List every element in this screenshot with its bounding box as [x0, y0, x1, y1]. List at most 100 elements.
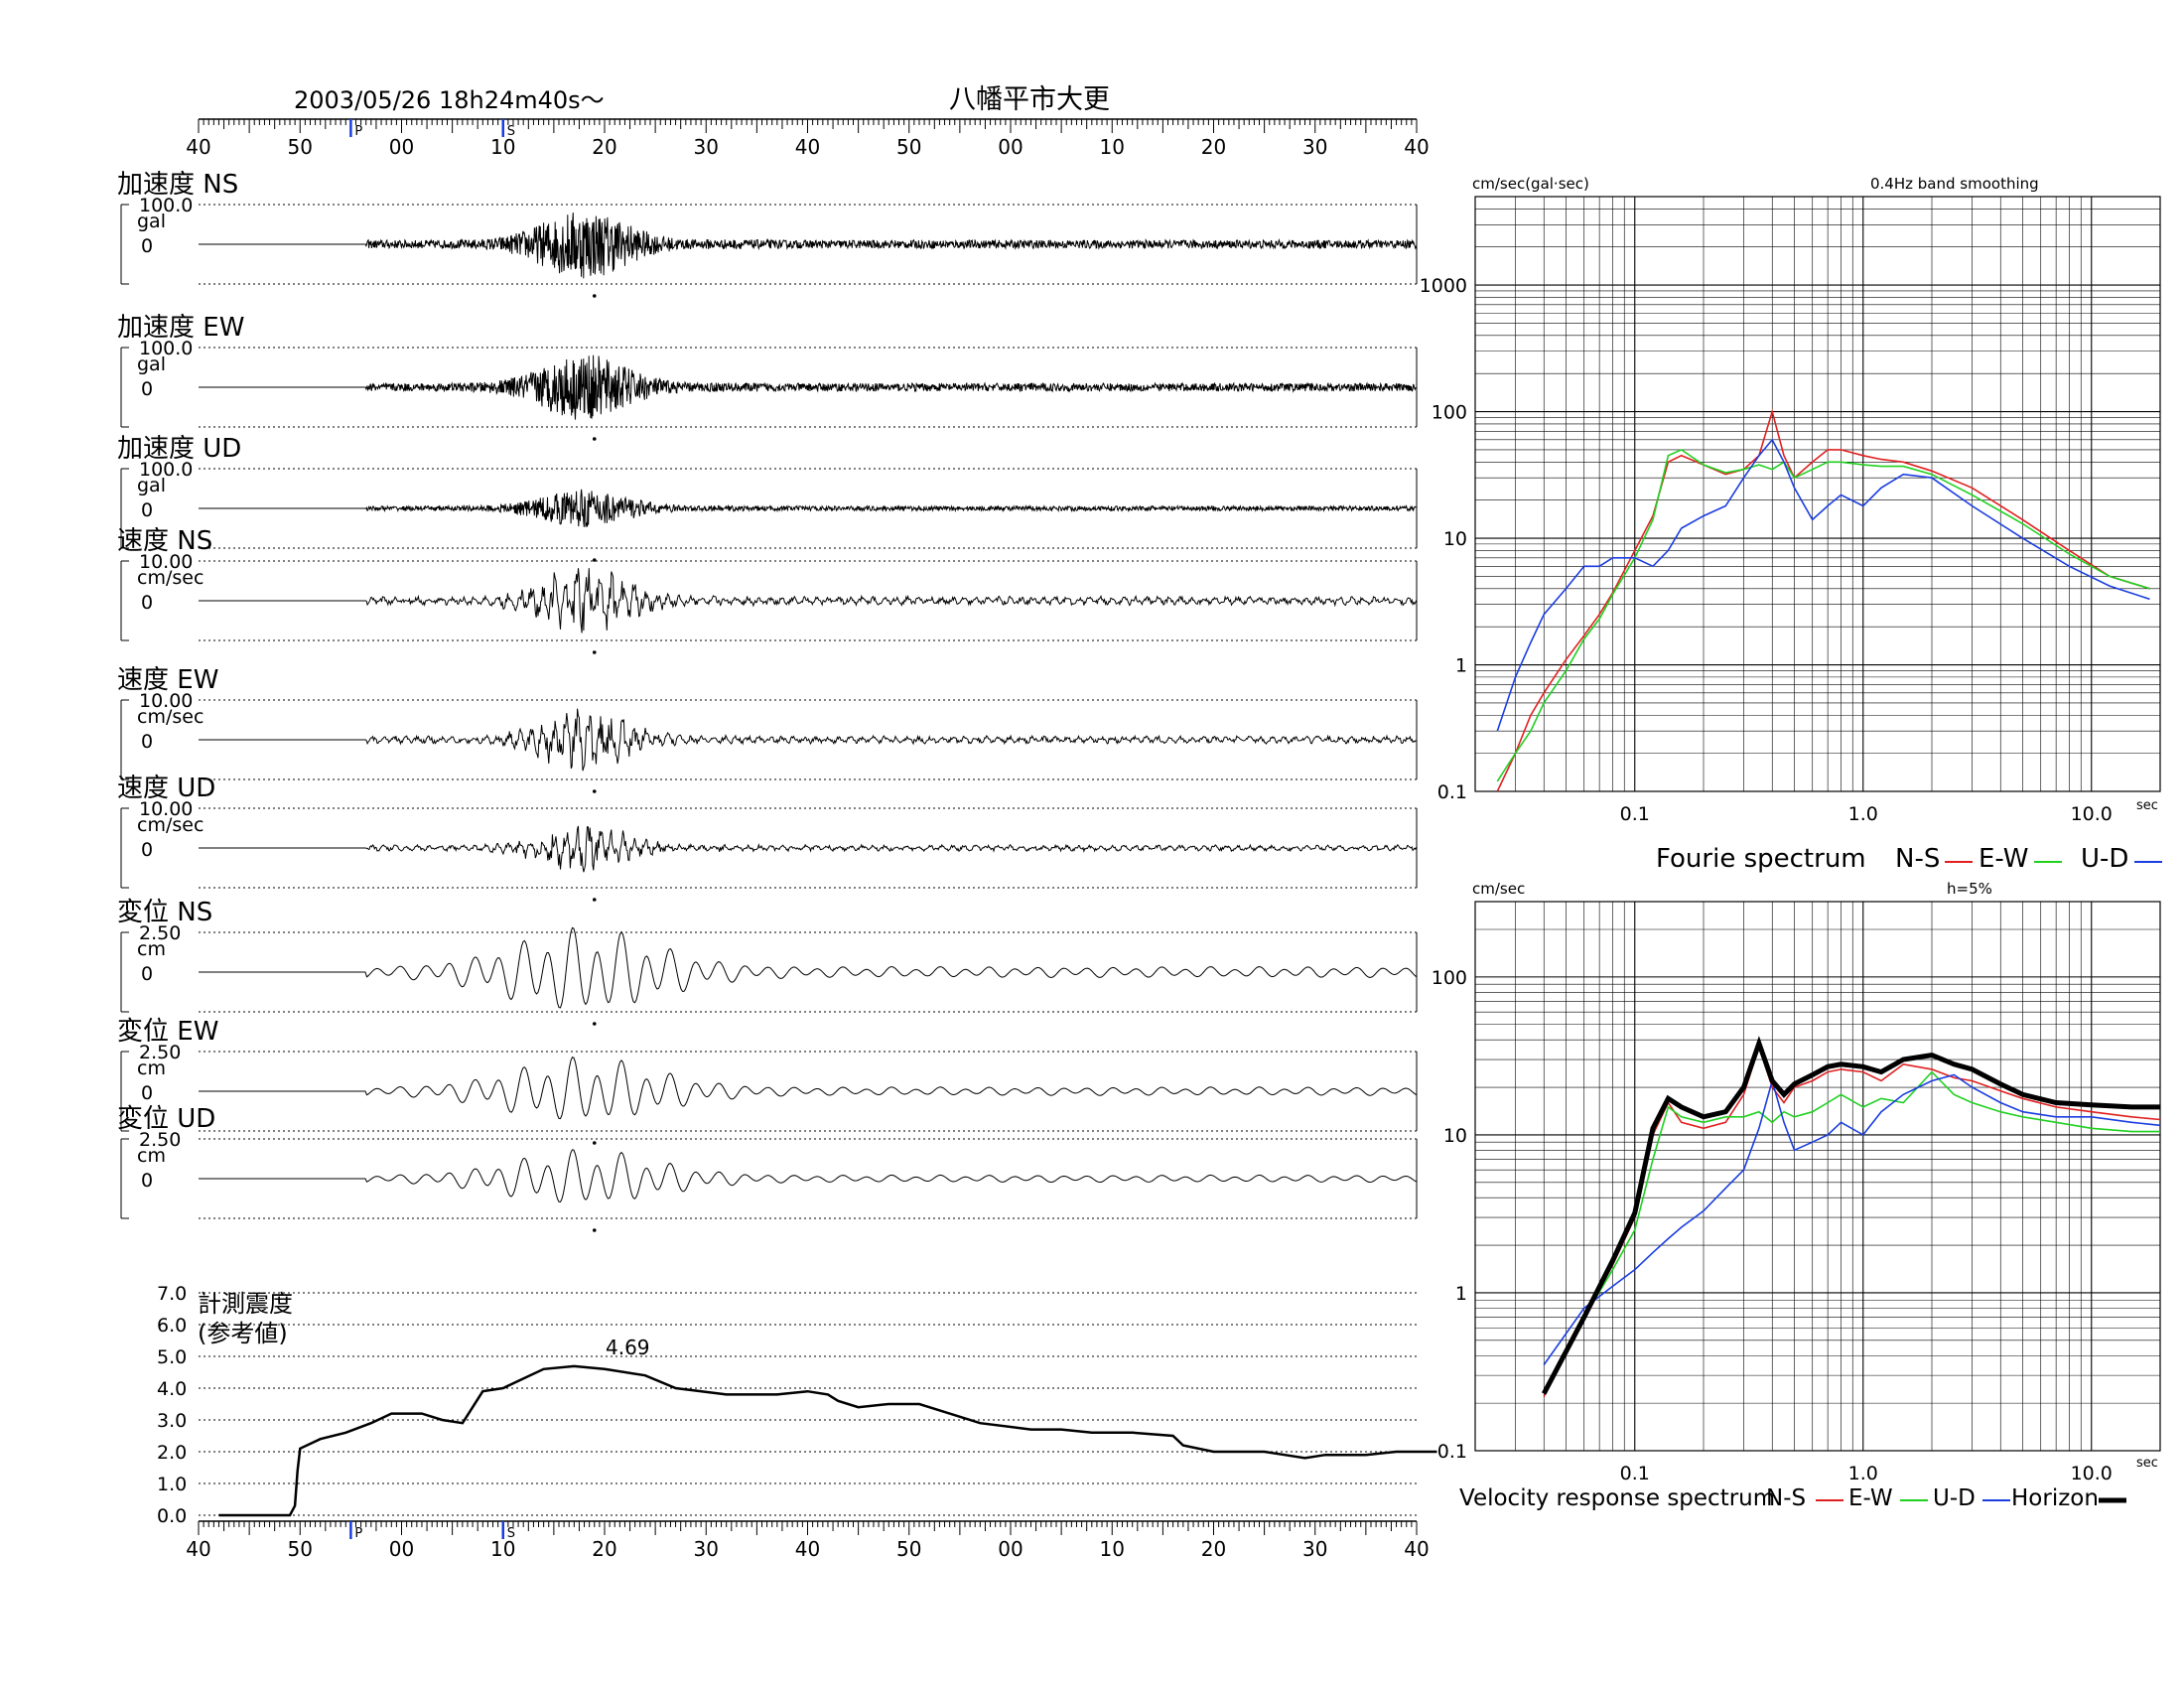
- p-arrival-label: P: [354, 124, 362, 139]
- intensity-tick-label: 0.0: [157, 1505, 187, 1527]
- time-tick-label: 10: [1100, 1537, 1125, 1561]
- intensity-line: [218, 1364, 1437, 1517]
- trace-waveform: [199, 212, 1417, 279]
- trace-peak-marker: [592, 898, 597, 902]
- intensity-tick-label: 3.0: [157, 1410, 187, 1432]
- bottom-time-axis: 40 50 00 10 20 30 40 50 00 10 20 30 40P S: [186, 1520, 1430, 1561]
- trace-panel: 速度 EW10.00cm/sec0: [117, 665, 1418, 793]
- time-tick-label: 50: [288, 1537, 313, 1561]
- response-unit-label: cm/sec: [1472, 880, 1525, 898]
- time-tick-label: 30: [694, 1537, 719, 1561]
- time-tick-label: 30: [1302, 1537, 1327, 1561]
- trace-zero-label: 0: [141, 378, 153, 400]
- trace-waveform: [199, 354, 1417, 420]
- trace-panel: 変位 UD2.50cm0: [117, 1104, 1418, 1232]
- spectrum-y-tick-label: 1: [1455, 1283, 1467, 1305]
- time-tick-label: 10: [1100, 135, 1125, 159]
- intensity-panel: 計測震度 (参考値) 4.69 7.0 6.0 5.0 4.0 3.0 2.0 1.0 0.0: [157, 1283, 1437, 1527]
- spectrum-x-tick-label: 0.1: [1620, 803, 1650, 825]
- trace-unit: cm/sec: [137, 567, 204, 589]
- spectrum-legend-label: U-D: [2081, 844, 2128, 874]
- spectrum-x-tick-label: 0.1: [1620, 1463, 1650, 1484]
- fourier-spectrum-panel: cm/sec(gal·sec) 0.4Hz band smoothing sec…: [1420, 175, 2162, 874]
- time-tick-label: 40: [795, 135, 820, 159]
- trace-zero-label: 0: [141, 235, 153, 257]
- fourier-unit-label: cm/sec(gal·sec): [1472, 175, 1589, 193]
- trace-peak-marker: [592, 1228, 597, 1232]
- spectrum-series-line: [1496, 438, 2150, 732]
- time-tick-label: 20: [1201, 135, 1226, 159]
- trace-panel: 加速度 NS100.0gal0: [117, 170, 1418, 298]
- trace-waveform: [199, 489, 1417, 527]
- spectrum-y-tick-label: 10: [1443, 528, 1467, 550]
- trace-peak-marker: [592, 1141, 597, 1145]
- time-tick-label: 20: [592, 135, 616, 159]
- trace-unit: gal: [137, 353, 166, 375]
- intensity-label-line1: 計測震度: [198, 1290, 293, 1318]
- trace-panel: 変位 EW2.50cm0: [117, 1017, 1418, 1145]
- spectrum-legend-label: N-S: [1895, 844, 1940, 874]
- spectrum-x-tick-label: 1.0: [1848, 1463, 1878, 1484]
- spectrum-legend-label: Horizon: [2011, 1485, 2099, 1511]
- record-datetime: 2003/05/26 18h24m40s〜: [294, 86, 605, 114]
- trace-unit: cm: [137, 1058, 166, 1079]
- spectrum-y-tick-label: 100: [1432, 967, 1467, 989]
- intensity-label-line2: (参考値): [198, 1320, 288, 1347]
- trace-waveform: [199, 825, 1418, 873]
- trace-unit: cm: [137, 1145, 166, 1167]
- spectrum-y-tick-label: 100: [1432, 402, 1467, 424]
- spectrum-y-tick-label: 1000: [1420, 275, 1467, 297]
- s-arrival-label: S: [507, 1526, 515, 1541]
- trace-zero-label: 0: [141, 731, 153, 753]
- time-tick-label: 20: [1201, 1537, 1226, 1561]
- trace-peak-marker: [592, 437, 597, 441]
- trace-panel: 速度 NS10.00cm/sec0: [117, 526, 1418, 654]
- response-x-unit: sec: [2136, 1456, 2158, 1471]
- intensity-peak-label: 4.69: [606, 1336, 650, 1359]
- trace-zero-label: 0: [141, 963, 153, 985]
- trace-zero-label: 0: [141, 839, 153, 861]
- p-arrival-label: P: [354, 1526, 362, 1541]
- seismogram-figure: 2003/05/26 18h24m40s〜 八幡平市大更 40 50 00 10 20 3…: [117, 84, 2162, 1561]
- intensity-tick-label: 4.0: [157, 1378, 187, 1400]
- trace-unit: cm/sec: [137, 814, 204, 836]
- intensity-tick-label: 2.0: [157, 1442, 187, 1464]
- response-spectrum-panel: cm/sec h=5% sec Velocity response spectr…: [1432, 880, 2161, 1511]
- seismogram-report: 2003/05/26 18h24m40s〜 八幡平市大更 40 50 00 10 20 3…: [0, 0, 2184, 1688]
- trace-zero-label: 0: [141, 1170, 153, 1192]
- trace-zero-label: 0: [141, 499, 153, 521]
- time-tick-label: 40: [186, 135, 210, 159]
- trace-panel: 加速度 UD100.0gal0: [117, 434, 1418, 562]
- spectrum-y-tick-label: 10: [1443, 1125, 1467, 1147]
- trace-unit: cm: [137, 938, 166, 960]
- spectrum-y-tick-label: 1: [1455, 655, 1467, 677]
- trace-panel: 加速度 EW100.0gal0: [117, 313, 1418, 441]
- time-tick-label: 40: [1404, 1537, 1429, 1561]
- intensity-tick-label: 7.0: [157, 1283, 187, 1305]
- trace-unit: gal: [137, 211, 166, 232]
- trace-peak-marker: [592, 650, 597, 654]
- trace-waveform: [199, 708, 1417, 772]
- time-tick-label: 50: [288, 135, 313, 159]
- spectrum-legend-label: N-S: [1766, 1485, 1806, 1511]
- spectrum-y-tick-label: 0.1: [1437, 1441, 1467, 1463]
- time-tick-label: 40: [186, 1537, 210, 1561]
- trace-waveform: [199, 1057, 1418, 1120]
- trace-peak-marker: [592, 294, 597, 298]
- spectrum-series-line: [1541, 1036, 2160, 1395]
- spectrum-y-tick-label: 0.1: [1437, 781, 1467, 803]
- trace-panel: 変位 NS2.50cm0: [117, 898, 1418, 1026]
- spectrum-x-tick-label: 10.0: [2071, 1463, 2113, 1484]
- time-tick-label: 40: [795, 1537, 820, 1561]
- time-tick-label: 30: [694, 135, 719, 159]
- trace-zero-label: 0: [141, 1082, 153, 1104]
- time-tick-label: 00: [389, 1537, 414, 1561]
- spectrum-legend-label: U-D: [1933, 1485, 1976, 1511]
- fourier-smoothing-label: 0.4Hz band smoothing: [1870, 175, 2039, 193]
- time-tick-label: 00: [998, 1537, 1023, 1561]
- time-tick-label: 30: [1302, 135, 1327, 159]
- trace-unit: cm/sec: [137, 706, 204, 728]
- trace-zero-label: 0: [141, 592, 153, 614]
- spectrum-x-tick-label: 10.0: [2071, 803, 2113, 825]
- spectrum-series-line: [1543, 1070, 2160, 1391]
